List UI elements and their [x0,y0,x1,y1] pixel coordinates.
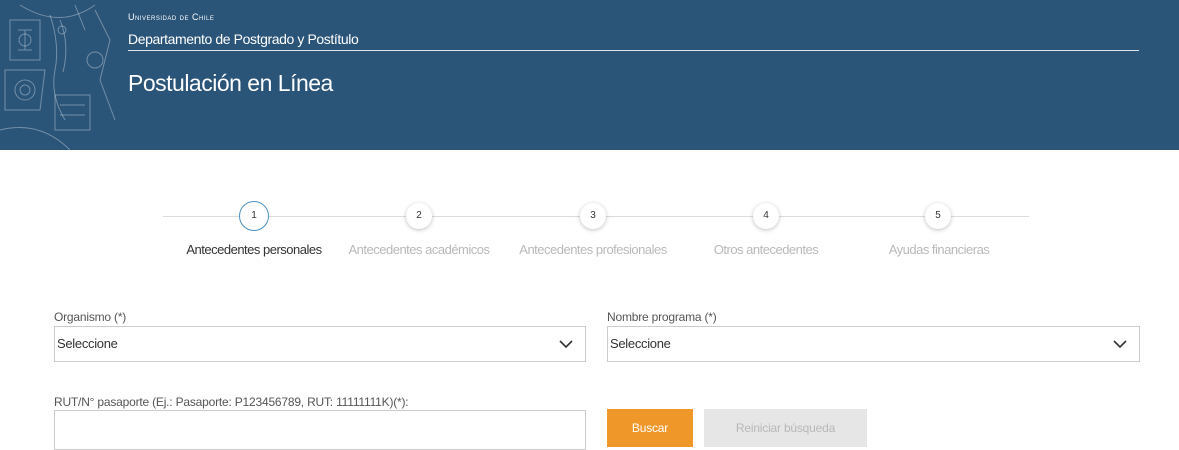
page-title: Postulación en Línea [128,70,333,96]
organismo-select[interactable]: Seleccione [54,326,586,362]
step-4-circle[interactable]: 4 [753,203,779,229]
university-emblem-icon [0,4,116,150]
rut-label: RUT/N° pasaporte (Ej.: Pasaporte: P12345… [54,395,409,409]
step-3-circle[interactable]: 3 [580,203,606,229]
site-header: Universidad de Chile Departamento de Pos… [0,0,1179,150]
programa-select[interactable]: Seleccione [607,326,1140,362]
programa-selected-value: Seleccione [610,336,671,351]
chevron-down-icon [1113,340,1127,349]
step-1-circle[interactable]: 1 [239,201,269,231]
search-button[interactable]: Buscar [607,409,693,447]
department-name: Departamento de Postgrado y Postítulo [128,31,359,47]
university-name: Universidad de Chile [128,12,215,22]
programa-label: Nombre programa (*) [607,310,717,324]
step-3-label: Antecedentes profesionales [519,242,667,257]
step-5-label: Ayudas financieras [888,242,990,257]
header-divider [128,50,1139,51]
organismo-selected-value: Seleccione [57,336,118,351]
reset-search-button[interactable]: Reiniciar búsqueda [704,409,867,447]
rut-input[interactable] [54,410,586,450]
progress-stepper: 1 2 3 4 5 Antecedentes personales Antece… [0,195,1179,265]
organismo-label: Organismo (*) [54,310,127,324]
step-2-circle[interactable]: 2 [406,203,432,229]
chevron-down-icon [559,340,573,349]
step-2-label: Antecedentes académicos [348,242,490,257]
step-5-circle[interactable]: 5 [925,203,951,229]
step-4-label: Otros antecedentes [713,242,819,257]
step-1-label: Antecedentes personales [186,242,322,257]
